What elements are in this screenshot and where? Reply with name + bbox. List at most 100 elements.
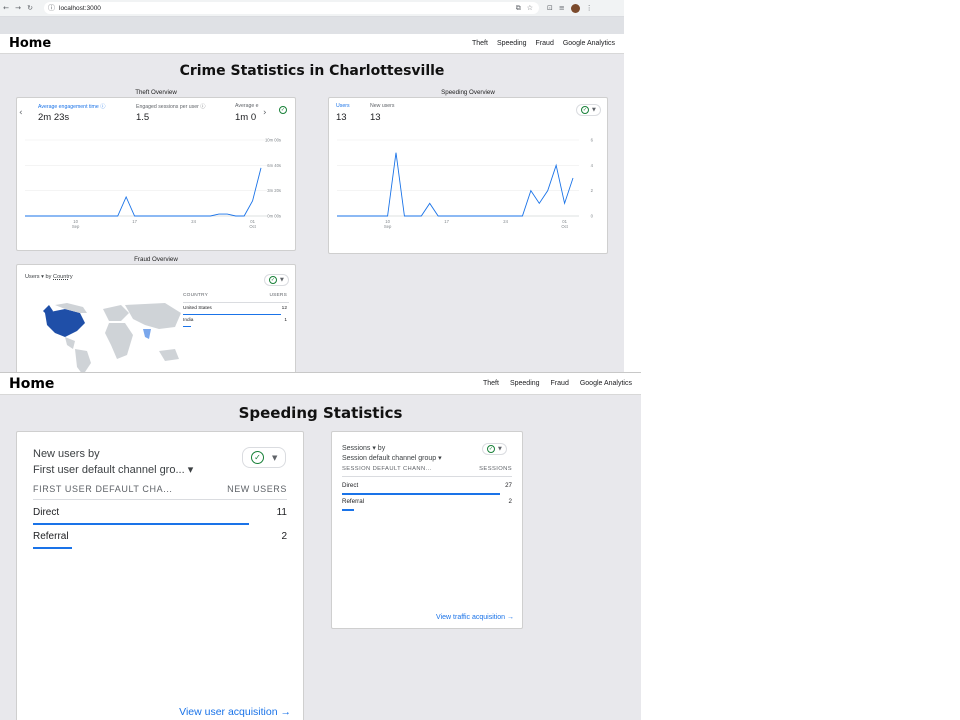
app-header: Home Theft Speeding Fraud Google Analyti…	[0, 34, 624, 54]
url-text: localhost:3000	[59, 4, 101, 12]
metric-label[interactable]: New users	[370, 103, 395, 109]
page-gap-strip	[0, 17, 624, 34]
x-tick-label: 17	[444, 219, 449, 224]
profile-avatar[interactable]	[570, 3, 580, 13]
nav-speeding[interactable]: Speeding	[510, 380, 540, 387]
extensions-icon[interactable]: ⊡	[547, 4, 553, 13]
row-value: 2	[508, 498, 512, 505]
map-region-africa	[105, 323, 133, 359]
view-traffic-acquisition-link[interactable]: View traffic acquisition →	[436, 614, 514, 621]
nav-theft[interactable]: Theft	[483, 380, 499, 387]
value-bar	[33, 547, 73, 549]
nav-theft[interactable]: Theft	[472, 40, 488, 47]
reload-icon[interactable]: ↻	[24, 4, 36, 12]
site-info-icon[interactable]: ⓘ	[48, 3, 55, 13]
page-title: Crime Statistics in Charlottesville	[179, 63, 445, 79]
col-header-sessions[interactable]: SESSIONS	[479, 466, 512, 472]
card-title-line2[interactable]: Session default channel group ▾	[342, 454, 442, 462]
check-circle-icon: ✓	[581, 106, 589, 114]
y-tick-label: 2	[591, 188, 594, 193]
row-name: Referral	[33, 531, 69, 542]
view-user-acquisition-link[interactable]: View user acquisition →	[179, 706, 291, 718]
value-bar	[183, 326, 192, 327]
map-country-mexico	[65, 337, 75, 349]
row-name: Direct	[33, 507, 60, 518]
metric-label[interactable]: Users	[336, 103, 350, 109]
sessions-card: Sessions ▾ by Session default channel gr…	[331, 431, 523, 629]
y-tick-label: 4	[591, 163, 594, 168]
x-tick-label: Oct	[561, 224, 568, 229]
row-name: Referral	[342, 498, 365, 505]
address-bar[interactable]: ⓘ localhost:3000 ⧉ ☆	[44, 2, 539, 14]
metric-value: 1m 0	[235, 112, 257, 123]
card-title-line1[interactable]: New users by	[33, 448, 100, 460]
map-country-india	[143, 329, 151, 339]
caret-down-icon: ▼	[272, 453, 278, 462]
metric-value: 13	[336, 112, 347, 123]
x-tick-label: Sep	[384, 224, 392, 229]
x-tick-label: 24	[191, 219, 196, 224]
caret-down-icon: ▼	[280, 277, 284, 283]
value-bar	[342, 509, 354, 511]
col-header-country[interactable]: COUNTRY	[183, 293, 208, 298]
new-users-card: New users by First user default channel …	[16, 431, 304, 720]
y-tick-label: 0m 00s	[267, 214, 281, 219]
metric-label[interactable]: Engaged sessions per user ⓘ	[136, 103, 206, 110]
col-header-channel[interactable]: FIRST USER DEFAULT CHA...	[33, 484, 173, 494]
row-name: India	[183, 318, 194, 323]
cast-icon[interactable]: ⧉	[516, 4, 521, 13]
map-region-australia	[159, 349, 179, 361]
x-tick-label: 24	[503, 219, 508, 224]
bookmark-star-icon[interactable]: ☆	[527, 4, 533, 13]
speeding-line-chart: 642010Sep17 24 01Oct	[337, 138, 594, 229]
compare-dropdown[interactable]: ✓ ▼	[576, 104, 601, 116]
compare-dropdown[interactable]: ✓ ▼	[264, 274, 289, 286]
card-title-line2[interactable]: First user default channel gro... ▾	[33, 463, 193, 476]
metric-value: 1.5	[136, 112, 150, 123]
col-header-users[interactable]: USERS	[269, 293, 287, 298]
nav-fraud[interactable]: Fraud	[551, 380, 569, 387]
row-value: 2	[281, 531, 287, 542]
home-link[interactable]: Home	[9, 376, 54, 392]
value-bar	[342, 493, 500, 495]
row-name: Direct	[342, 482, 359, 489]
col-header-new-users[interactable]: NEW USERS	[227, 484, 287, 494]
check-circle-icon[interactable]: ✓	[279, 106, 287, 114]
forward-icon[interactable]: →	[12, 4, 24, 12]
home-link[interactable]: Home	[9, 36, 51, 51]
value-bar	[183, 314, 281, 315]
compare-dropdown[interactable]: ✓ ▼	[242, 447, 287, 468]
y-tick-label: 6	[591, 138, 594, 143]
compare-dropdown[interactable]: ✓ ▼	[482, 443, 507, 455]
row-name: United States	[183, 306, 212, 311]
col-header-channel[interactable]: SESSION DEFAULT CHANN...	[342, 466, 432, 472]
chevron-left-icon[interactable]: ‹	[19, 108, 23, 118]
chevron-right-icon[interactable]: ›	[263, 108, 267, 118]
metric-value: 2m 23s	[38, 112, 70, 123]
y-tick-label: 0	[591, 214, 594, 219]
speeding-card: Users 13 New users 13 ✓ ▼ 6 4 2 0 10 Sep 17 24 0…	[328, 97, 608, 254]
nav-fraud[interactable]: Fraud	[536, 40, 554, 47]
top-nav: Theft Speeding Fraud Google Analytics	[472, 40, 615, 47]
fraud-card: Users ▾ by Country ✓ ▼ COUNTRY USERS Uni…	[16, 264, 296, 372]
page-title: Speeding Statistics	[238, 404, 403, 422]
browser-menu-icon[interactable]: ⋮	[586, 4, 593, 13]
browser-toolbar: ← → ↻ ⓘ localhost:3000 ⧉ ☆ ⊡ ≡ ⋮	[0, 0, 624, 17]
reading-list-icon[interactable]: ≡	[559, 4, 565, 13]
nav-speeding[interactable]: Speeding	[497, 40, 527, 47]
back-icon[interactable]: ←	[0, 4, 12, 12]
fraud-card-label: Fraud Overview	[134, 256, 178, 263]
map-region-south-america	[75, 349, 91, 372]
top-nav: Theft Speeding Fraud Google Analytics	[483, 380, 632, 387]
metric-label[interactable]: Average engagement time ⓘ	[38, 103, 105, 110]
check-circle-icon: ✓	[487, 445, 495, 453]
card-title[interactable]: Users ▾ by Country	[25, 274, 73, 280]
nav-google-analytics[interactable]: Google Analytics	[563, 40, 615, 47]
nav-google-analytics[interactable]: Google Analytics	[580, 380, 632, 387]
series-line	[337, 152, 574, 217]
y-tick-label: 3m 20s	[267, 188, 281, 193]
check-circle-icon: ✓	[251, 451, 264, 464]
card-title-line1[interactable]: Sessions ▾ by	[342, 444, 385, 452]
metric-label[interactable]: Average e	[235, 103, 259, 109]
app-header: Home Theft Speeding Fraud Google Analyti…	[0, 373, 641, 395]
